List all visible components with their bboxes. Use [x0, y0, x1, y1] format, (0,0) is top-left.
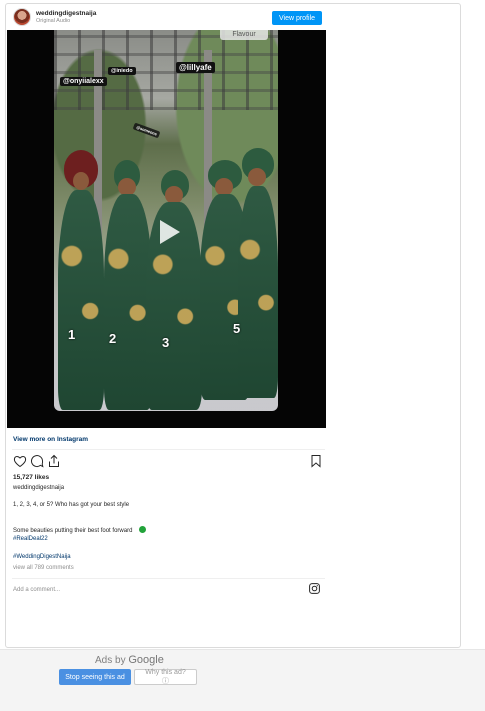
caption-line-row: Some beauties putting their best foot fo… [13, 519, 146, 534]
add-comment-input[interactable]: Add a comment... [13, 587, 60, 593]
post-header: weddingdigestnaija Original Audio View p… [6, 4, 460, 30]
avatar[interactable] [13, 8, 31, 26]
stop-seeing-ad-button[interactable]: Stop seeing this ad [59, 669, 131, 685]
play-icon[interactable] [151, 215, 185, 249]
dress-number: 5 [233, 321, 241, 336]
likes-count[interactable]: 15,727 likes [13, 474, 49, 481]
comment-icon[interactable] [30, 454, 44, 468]
woman-figure [146, 170, 202, 410]
dress-number: 1 [68, 327, 76, 342]
instagram-embed: weddingdigestnaija Original Audio View p… [5, 3, 461, 648]
divider [12, 449, 325, 450]
google-logo: Google [128, 654, 164, 666]
woman-figure [58, 150, 104, 410]
flavour-watermark: Flavour [220, 30, 268, 40]
user-tag: @iniedo [108, 67, 136, 75]
hashtag-link[interactable]: #WeddingDigestNaija [13, 554, 71, 560]
green-heart-icon [138, 526, 146, 533]
action-bar [13, 454, 323, 470]
view-comments-link[interactable]: view all 789 comments [13, 565, 74, 571]
why-this-ad-button[interactable]: Why this ad? ⓘ [134, 669, 197, 685]
instagram-icon[interactable] [309, 583, 320, 594]
share-icon[interactable] [47, 454, 61, 468]
audio-label[interactable]: Original Audio [36, 18, 70, 24]
heart-icon[interactable] [13, 454, 27, 468]
caption-line: Some beauties putting their best foot fo… [13, 528, 133, 534]
ad-bar: Ads by Google Stop seeing this ad Why th… [0, 649, 485, 711]
bookmark-icon[interactable] [309, 454, 323, 468]
view-more-link[interactable]: View more on Instagram [13, 436, 88, 443]
ads-by-google: Ads by Google [95, 654, 164, 666]
dress-number: 2 [109, 331, 117, 346]
woman-figure [104, 160, 152, 410]
divider [12, 578, 325, 579]
ads-by-label: Ads by [95, 655, 126, 666]
pergola-background [54, 30, 278, 110]
video-player[interactable]: Flavour @onyiialexx @iniedo @lillyafe @s… [7, 30, 326, 428]
woman-figure [238, 148, 278, 398]
caption-line: 1, 2, 3, 4, or 5? Who has got your best … [13, 502, 130, 508]
account-name[interactable]: weddingdigestnaija [36, 10, 96, 17]
user-tag: @lillyafe [176, 62, 215, 73]
dress-number: 3 [162, 335, 170, 350]
view-profile-button[interactable]: View profile [272, 11, 322, 25]
user-tag-small: @someone [132, 122, 161, 139]
caption-account[interactable]: weddingdigestnaija [13, 485, 64, 491]
hashtag-link[interactable]: #RealDeal22 [13, 536, 48, 542]
user-tag: @onyiialexx [60, 77, 107, 86]
